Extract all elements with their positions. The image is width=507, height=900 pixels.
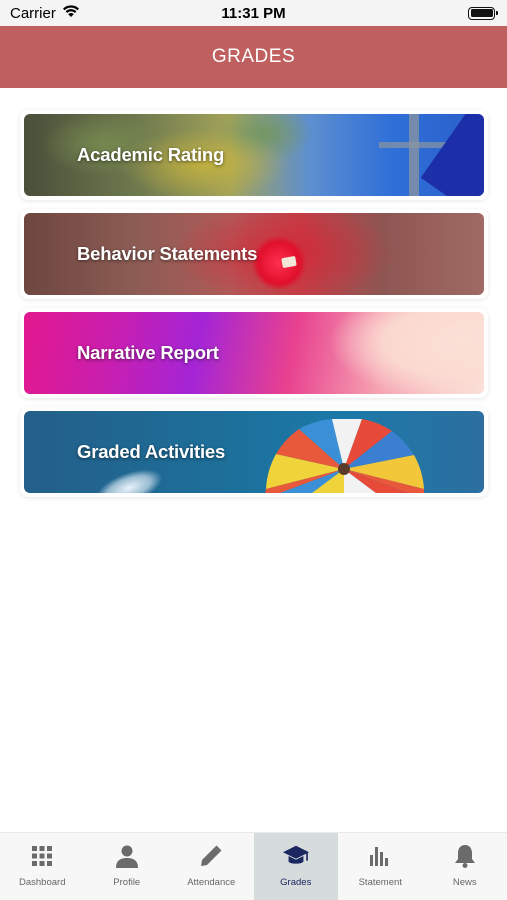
tab-news[interactable]: News [423,833,507,900]
photo-detail [281,255,297,269]
photo-detail [420,114,484,196]
wifi-icon [62,4,80,22]
tab-profile[interactable]: Profile [85,833,170,900]
battery-fill [470,9,493,17]
academic-rating-card[interactable]: Academic Rating [20,110,488,200]
graduation-cap-icon [282,843,309,869]
page-title: GRADES [211,46,296,67]
screen: Carrier 11:31 PM GRADES Academic Rating … [0,0,507,900]
parachute-photo: Graded Activities [24,411,484,493]
grid-icon [29,843,55,869]
photo-detail [90,461,168,493]
tab-statement[interactable]: Statement [338,833,423,900]
parachute-graphic [265,419,424,493]
pink-gradient-photo: Narrative Report [24,312,484,394]
card-label: Narrative Report [77,342,219,363]
pencil-icon [198,843,224,869]
red-bulb-photo: Behavior Statements [24,213,484,295]
bar-chart-icon [367,843,393,869]
status-left: Carrier [10,4,80,22]
tab-label: Profile [113,877,141,888]
bottom-tab-bar: Dashboard Profile Attendance Grades Stat… [0,832,507,900]
status-bar: Carrier 11:31 PM [0,0,507,26]
landscape-photo: Academic Rating [24,114,484,196]
card-label: Graded Activities [77,441,226,462]
tab-dashboard[interactable]: Dashboard [0,833,85,900]
app-header: GRADES [0,26,507,88]
grades-menu-list: Academic Rating Behavior Statements Narr… [20,110,488,506]
photo-detail [409,114,419,196]
tab-grades[interactable]: Grades [253,833,338,900]
bell-icon [452,843,478,869]
person-icon [114,843,140,869]
tab-label: Statement [358,877,402,888]
tab-label: Attendance [187,877,236,888]
carrier-label: Carrier [10,4,56,22]
narrative-report-card[interactable]: Narrative Report [20,308,488,398]
battery-icon [468,6,498,20]
tab-label: Grades [280,877,312,888]
card-label: Academic Rating [77,144,225,165]
tab-attendance[interactable]: Attendance [169,833,254,900]
behavior-statements-card[interactable]: Behavior Statements [20,209,488,299]
tab-label: Dashboard [19,877,66,888]
tab-label: News [452,877,477,888]
graded-activities-card[interactable]: Graded Activities [20,407,488,497]
card-label: Behavior Statements [77,243,258,264]
